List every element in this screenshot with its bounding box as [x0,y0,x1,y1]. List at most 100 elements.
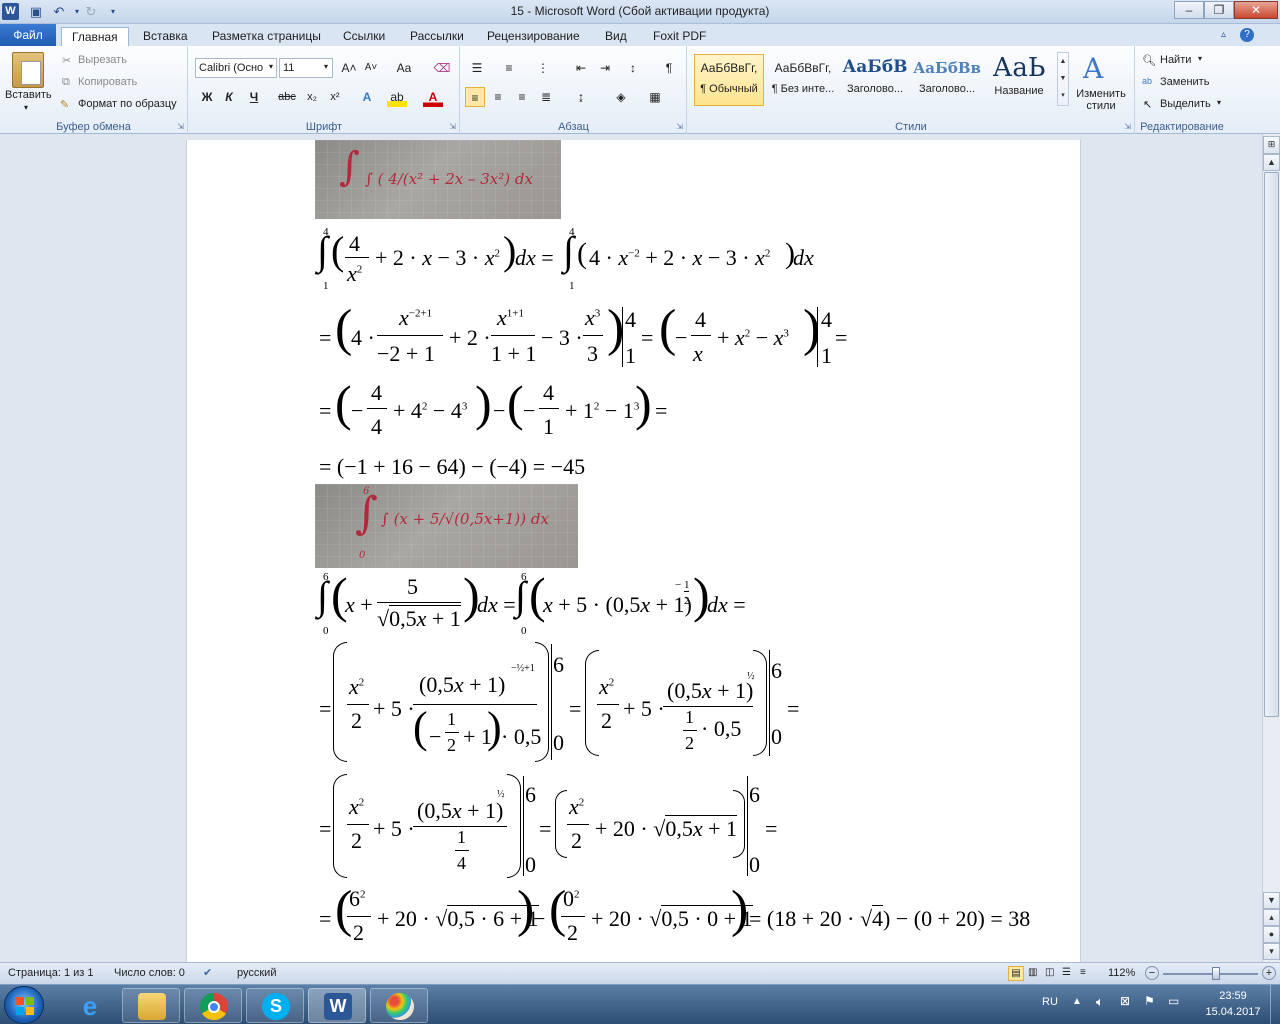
align-right-icon[interactable]: ≡ [512,87,532,107]
find-dropdown-icon[interactable]: ▾ [1198,54,1202,63]
ruler-toggle-icon[interactable]: ⊞ [1263,136,1280,154]
paste-icon[interactable] [12,52,44,88]
tab-references[interactable]: Ссылки [333,27,395,46]
style-no-spacing[interactable]: АаБбВвГг, ¶ Без инте... [768,54,838,106]
minimize-ribbon-icon[interactable]: ▵ [1221,29,1226,40]
taskbar-internet-explorer[interactable]: e [60,988,118,1023]
font-name-dropdown-icon[interactable]: ▾ [269,62,273,71]
tab-view[interactable]: Вид [595,27,637,46]
scroll-up-button[interactable]: ▲ [1263,154,1280,171]
font-size-dropdown-icon[interactable]: ▾ [324,62,328,71]
style-normal[interactable]: АаБбВвГг, ¶ Обычный [694,54,764,106]
font-color-button[interactable]: A [423,87,443,107]
sort-icon[interactable]: ↕ [623,58,643,78]
tab-mailings[interactable]: Рассылки [400,27,474,46]
grow-font-button[interactable]: A˄ [339,58,359,78]
copy-button[interactable]: Копировать [78,76,137,88]
numbering-icon[interactable]: ≡ [499,58,519,78]
change-styles-icon[interactable]: A [1083,52,1103,85]
shading-icon[interactable]: ◈ [611,87,631,107]
underline-button[interactable]: Ч [244,87,264,107]
outline-icon[interactable]: ☰ [1062,967,1071,978]
tab-page-layout[interactable]: Разметка страницы [202,27,331,46]
clipboard-launcher-icon[interactable]: ⇲ [177,122,184,131]
borders-icon[interactable]: ▦ [645,87,665,107]
start-button[interactable] [4,986,44,1024]
paragraph-launcher-icon[interactable]: ⇲ [676,122,683,131]
multilevel-list-icon[interactable]: ⋮ [533,58,553,78]
vertical-scrollbar[interactable]: ⊞ ▲ ▼ ▴ ● ▾ [1262,134,1280,962]
style-heading-1[interactable]: АаБбВ Заголово... [840,54,910,106]
help-icon[interactable]: ? [1240,28,1254,42]
find-button[interactable]: Найти [1160,54,1191,66]
change-case-button[interactable]: Aa [391,58,417,78]
select-browse-object-button[interactable]: ● [1263,926,1280,943]
proofing-icon[interactable]: ✔ [203,966,212,979]
find-icon[interactable]: 🔍︎ [1142,54,1156,67]
bold-button[interactable]: Ж [197,87,217,107]
select-icon[interactable]: ↖ [1143,98,1152,111]
tab-foxit-pdf[interactable]: Foxit PDF [643,27,716,46]
scroll-down-button[interactable]: ▼ [1263,892,1280,909]
zoom-level[interactable]: 112% [1108,967,1135,979]
decrease-indent-icon[interactable]: ⇤ [571,58,591,78]
format-painter-icon[interactable]: ✎ [60,98,69,111]
minimize-button[interactable]: – [1174,1,1204,19]
previous-page-button[interactable]: ▴ [1263,909,1280,926]
paste-dropdown-icon[interactable]: ▾ [24,103,28,112]
action-center-icon[interactable]: ⚑ [1144,994,1155,1008]
network-icon[interactable]: ⊠ [1120,994,1130,1008]
full-screen-reading-icon[interactable]: ▥ [1028,967,1037,978]
volume-icon[interactable]: 🔈︎ [1096,994,1104,1010]
justify-icon[interactable]: ≣ [536,87,556,107]
web-layout-icon[interactable]: ◫ [1045,967,1054,978]
language-indicator[interactable]: русский [237,967,276,979]
taskbar-paint[interactable] [370,988,428,1023]
font-launcher-icon[interactable]: ⇲ [449,122,456,131]
document-page[interactable]: ∫ ∫ ( 4/(x² + 2x – 3x²) dx ∫ 4 1 ( 4 x2 … [186,140,1081,962]
superscript-button[interactable]: x² [325,87,345,107]
align-left-icon[interactable]: ≡ [465,87,485,107]
styles-launcher-icon[interactable]: ⇲ [1124,122,1131,131]
paste-button[interactable]: Вставить [5,89,52,101]
maximize-button[interactable]: ❐ [1204,1,1234,19]
input-language[interactable]: RU [1042,996,1058,1008]
replace-icon[interactable]: ab [1142,76,1152,86]
cut-button[interactable]: Вырезать [78,54,127,66]
format-painter-button[interactable]: Формат по образцу [78,98,177,110]
style-title[interactable]: АаЬ Название [984,53,1054,106]
zoom-slider[interactable] [1163,973,1258,975]
select-dropdown-icon[interactable]: ▾ [1217,98,1221,107]
style-heading-2[interactable]: АаБбВв Заголово... [912,54,982,106]
taskbar-file-manager[interactable] [122,988,180,1023]
taskbar-word[interactable]: W [308,988,366,1023]
font-name-combobox[interactable]: Calibri (Осно [195,58,277,78]
zoom-out-button[interactable]: − [1145,966,1159,980]
tab-file[interactable]: Файл [0,24,56,46]
align-center-icon[interactable]: ≡ [488,87,508,107]
bullets-icon[interactable]: ☰ [467,58,487,78]
highlight-color-icon[interactable]: ab [387,87,407,107]
taskbar-skype[interactable]: S [246,988,304,1023]
word-count[interactable]: Число слов: 0 [114,967,185,979]
select-button[interactable]: Выделить [1160,98,1211,110]
italic-button[interactable]: К [219,87,239,107]
subscript-button[interactable]: x₂ [302,87,322,107]
replace-button[interactable]: Заменить [1160,76,1209,88]
print-layout-icon[interactable]: ▤ [1008,966,1024,981]
clear-formatting-icon[interactable]: ⌫ [432,58,452,78]
scroll-thumb[interactable] [1264,172,1279,717]
copy-icon[interactable]: ⧉ [62,76,70,89]
change-styles-button[interactable]: Изменить стили [1074,88,1128,112]
taskbar-chrome[interactable] [184,988,242,1023]
show-formatting-button[interactable]: ¶ [659,58,679,78]
styles-gallery-scroll[interactable]: ▲ ▼ ▾ [1057,52,1069,106]
cut-icon[interactable]: ✂ [62,54,71,67]
strikethrough-button[interactable]: abc [277,87,297,107]
close-button[interactable]: ✕ [1234,1,1278,19]
line-spacing-icon[interactable]: ↨ [571,87,591,107]
tab-insert[interactable]: Вставка [133,27,198,46]
draft-icon[interactable]: ≡ [1080,967,1086,978]
clock-time[interactable]: 23:59 [1200,990,1266,1002]
tab-home[interactable]: Главная [61,27,129,46]
